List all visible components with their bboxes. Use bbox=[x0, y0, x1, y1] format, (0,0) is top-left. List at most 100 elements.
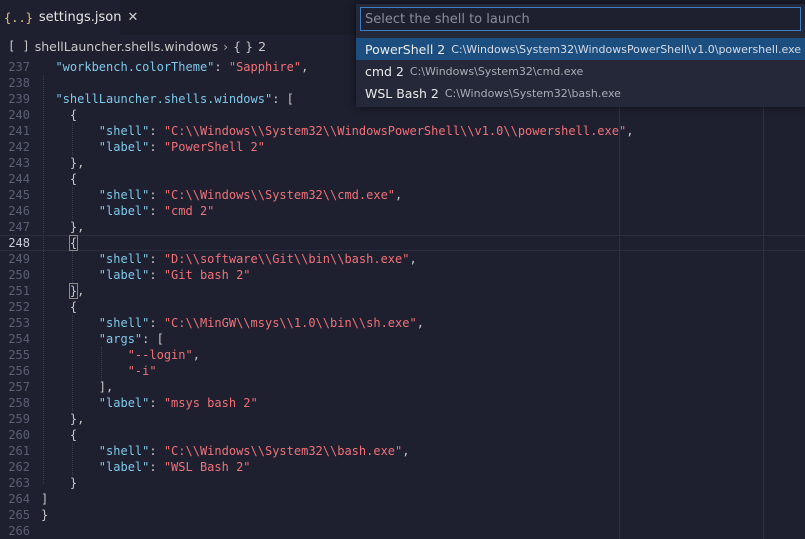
line-number: 245 bbox=[8, 188, 30, 202]
code-line[interactable]: 244 { bbox=[0, 171, 805, 187]
code-text: "-i" bbox=[41, 363, 157, 379]
code-line[interactable]: 246 "label": "cmd 2" bbox=[0, 203, 805, 219]
code-text: "label": "msys bash 2" bbox=[41, 395, 258, 411]
json-punctuation: : bbox=[149, 268, 164, 282]
json-punctuation: } bbox=[41, 508, 49, 522]
code-text: "shellLauncher.shells.windows": [ bbox=[41, 91, 293, 107]
json-string: "Git bash 2" bbox=[163, 268, 251, 282]
json-string: "C:\\Windows\\System32\\WindowsPowerShel… bbox=[163, 124, 627, 138]
code-text: ], bbox=[41, 379, 113, 395]
code-line[interactable]: 251 }, bbox=[0, 283, 805, 299]
json-punctuation bbox=[41, 92, 55, 106]
json-key: "shell" bbox=[98, 252, 150, 266]
code-text: "shell": "C:\\Windows\\System32\\cmd.exe… bbox=[41, 187, 402, 203]
json-punctuation: }, bbox=[41, 220, 85, 234]
json-punctuation bbox=[41, 60, 55, 74]
json-string: "C:\\Windows\\System32\\bash.exe" bbox=[163, 444, 403, 458]
json-punctuation: , bbox=[416, 316, 424, 330]
json-string: "C:\\MinGW\\msys\\1.0\\bin\\sh.exe" bbox=[163, 316, 417, 330]
code-text: "shell": "D:\\software\\Git\\bin\\bash.e… bbox=[41, 251, 417, 267]
json-punctuation bbox=[41, 332, 99, 346]
code-text: "workbench.colorTheme": "Sapphire", bbox=[41, 59, 308, 75]
code-text: }, bbox=[41, 283, 84, 299]
json-string: "--login" bbox=[127, 348, 193, 362]
json-punctuation: , bbox=[192, 348, 200, 362]
json-punctuation: { bbox=[41, 108, 78, 122]
json-punctuation: , bbox=[395, 188, 403, 202]
json-punctuation bbox=[41, 444, 99, 458]
json-punctuation: : bbox=[214, 60, 229, 74]
json-string: "WSL Bash 2" bbox=[163, 460, 251, 474]
code-line[interactable]: 255 "--login", bbox=[0, 347, 805, 363]
code-line[interactable]: 257 ], bbox=[0, 379, 805, 395]
line-number: 244 bbox=[8, 172, 30, 186]
code-line[interactable]: 253 "shell": "C:\\MinGW\\msys\\1.0\\bin\… bbox=[0, 315, 805, 331]
close-icon[interactable]: ✕ bbox=[127, 10, 138, 25]
json-string: "D:\\software\\Git\\bin\\bash.exe" bbox=[163, 252, 410, 266]
code-line[interactable]: 259 }, bbox=[0, 411, 805, 427]
json-punctuation bbox=[41, 140, 99, 154]
breadcrumb-path[interactable]: shellLauncher.shells.windows bbox=[35, 39, 218, 54]
json-punctuation bbox=[41, 348, 128, 362]
code-line[interactable]: 247 }, bbox=[0, 219, 805, 235]
code-line[interactable]: 264] bbox=[0, 491, 805, 507]
code-text: }, bbox=[41, 155, 84, 171]
line-number: 242 bbox=[8, 140, 30, 154]
shell-search-input[interactable] bbox=[361, 8, 800, 31]
code-line[interactable]: 252 { bbox=[0, 299, 805, 315]
line-number: 243 bbox=[8, 156, 30, 170]
json-punctuation: ], bbox=[41, 380, 114, 394]
palette-item-cmd[interactable]: cmd 2 C:\Windows\System32\cmd.exe bbox=[356, 60, 805, 82]
palette-item-path: C:\Windows\System32\cmd.exe bbox=[409, 64, 584, 78]
code-line[interactable]: 266 bbox=[0, 523, 805, 539]
line-number: 248 bbox=[8, 236, 30, 250]
code-text: "label": "Git bash 2" bbox=[41, 267, 251, 283]
code-line[interactable]: 245 "shell": "C:\\Windows\\System32\\cmd… bbox=[0, 187, 805, 203]
code-line[interactable]: 243 }, bbox=[0, 155, 805, 171]
line-number: 260 bbox=[8, 428, 30, 442]
code-text: { bbox=[41, 107, 77, 123]
shell-search-box[interactable] bbox=[360, 7, 801, 31]
json-punctuation: { bbox=[41, 428, 78, 442]
code-line[interactable]: 241 "shell": "C:\\Windows\\System32\\Win… bbox=[0, 123, 805, 139]
code-line[interactable]: 254 "args": [ bbox=[0, 331, 805, 347]
code-line[interactable]: 242 "label": "PowerShell 2" bbox=[0, 139, 805, 155]
code-text: ] bbox=[41, 491, 48, 507]
palette-item-label: PowerShell 2 bbox=[365, 41, 446, 57]
json-punctuation: : bbox=[149, 396, 164, 410]
code-line[interactable]: 260 { bbox=[0, 427, 805, 443]
breadcrumb-index[interactable]: 2 bbox=[258, 39, 266, 54]
json-punctuation bbox=[41, 396, 99, 410]
code-line[interactable]: 261 "shell": "C:\\Windows\\System32\\bas… bbox=[0, 443, 805, 459]
line-number: 255 bbox=[8, 348, 30, 362]
code-text: { bbox=[41, 235, 79, 251]
code-text: { bbox=[41, 299, 77, 315]
json-punctuation: , bbox=[77, 284, 85, 298]
code-line[interactable]: 249 "shell": "D:\\software\\Git\\bin\\ba… bbox=[0, 251, 805, 267]
json-file-icon: {..} bbox=[4, 10, 33, 25]
code-line[interactable]: 256 "-i" bbox=[0, 363, 805, 379]
palette-item-wsl-bash[interactable]: WSL Bash 2 C:\Windows\System32\bash.exe bbox=[356, 82, 805, 104]
matched-bracket: { bbox=[68, 235, 79, 251]
line-number: 259 bbox=[8, 412, 30, 426]
palette-item-label: cmd 2 bbox=[365, 63, 404, 79]
code-editor[interactable]: 237 "workbench.colorTheme": "Sapphire", 2… bbox=[0, 59, 805, 539]
code-line[interactable]: 263 } bbox=[0, 475, 805, 491]
code-line[interactable]: 250 "label": "Git bash 2" bbox=[0, 267, 805, 283]
code-text: { bbox=[41, 171, 77, 187]
object-icon: { } bbox=[233, 38, 254, 54]
code-line[interactable]: 240 { bbox=[0, 107, 805, 123]
json-punctuation: , bbox=[402, 444, 410, 458]
code-text: "label": "cmd 2" bbox=[41, 203, 215, 219]
code-line[interactable]: 248 { bbox=[0, 235, 805, 251]
tab-title: settings.json bbox=[38, 10, 122, 25]
json-punctuation: : bbox=[149, 460, 164, 474]
code-line[interactable]: 258 "label": "msys bash 2" bbox=[0, 395, 805, 411]
code-line[interactable]: 265} bbox=[0, 507, 805, 523]
palette-item-path: C:\Windows\System32\bash.exe bbox=[444, 86, 621, 100]
code-text: "args": [ bbox=[41, 331, 164, 347]
palette-item-powershell[interactable]: PowerShell 2 C:\Windows\System32\Windows… bbox=[356, 38, 805, 60]
json-string: "-i" bbox=[127, 364, 157, 378]
code-line[interactable]: 262 "label": "WSL Bash 2" bbox=[0, 459, 805, 475]
tab-settings-json[interactable]: {..} settings.json ✕ bbox=[0, 0, 138, 35]
